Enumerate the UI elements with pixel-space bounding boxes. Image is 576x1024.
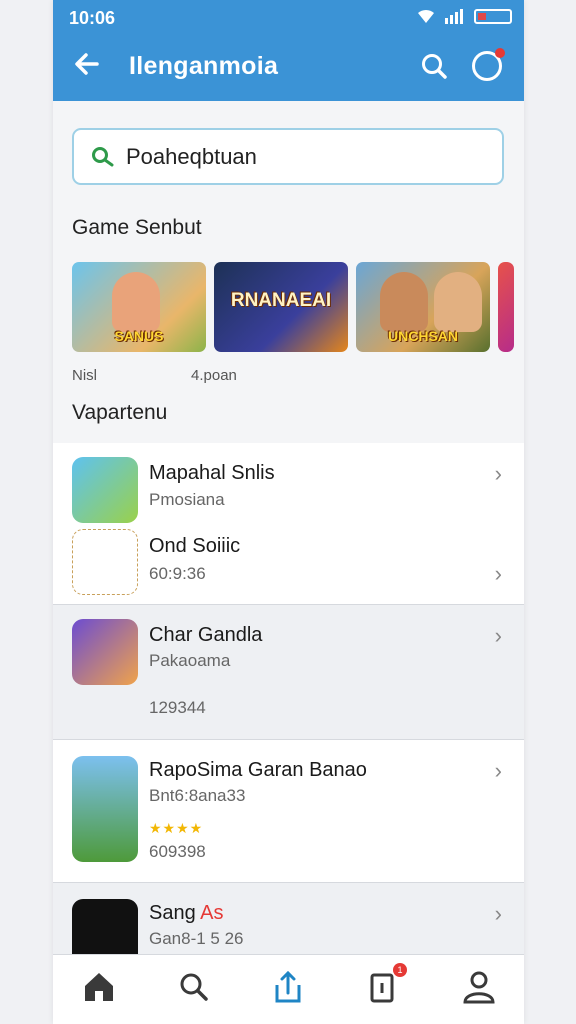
list-item[interactable]: Sang As Gan8-1 5 26 ›: [53, 883, 524, 965]
bottom-nav: 1: [53, 954, 524, 1024]
signal-icon: [445, 9, 463, 24]
featured-thumb[interactable]: RNANAEAI: [214, 262, 348, 352]
upload-icon[interactable]: [271, 969, 305, 1005]
battery-icon: [474, 8, 512, 24]
featured-thumb[interactable]: SANUS: [72, 262, 206, 352]
featured-meta-right: 4.poan: [191, 367, 237, 384]
item-subtitle: Gan8-1 5 26: [149, 929, 244, 948]
featured-label: UNCHSAN: [388, 328, 458, 344]
featured-meta-left: Nisl: [72, 367, 97, 384]
search-value: Poaheqbtuan: [126, 143, 257, 169]
app-icon: [72, 756, 138, 862]
item-name: Sang As: [149, 902, 224, 924]
page-title: Ilenganmoia: [129, 52, 279, 80]
rating-stars: ★★★★: [149, 820, 204, 836]
item-name: Mapahal Snlis: [149, 462, 275, 484]
chevron-right-icon[interactable]: ›: [495, 561, 502, 587]
list-section-title: Vapartenu: [72, 401, 168, 424]
profile-icon[interactable]: [462, 969, 496, 1005]
content-area: Poaheqbtuan Game Senbut SANUS RNANAEAI U…: [53, 101, 524, 965]
item-subtitle: 60:9:36: [149, 564, 206, 583]
search-field-icon: [92, 146, 114, 166]
list-item[interactable]: Mapahal Snlis Pmosiana › Ond Soiiic 60:9…: [53, 443, 524, 605]
app-icon: [72, 457, 138, 523]
featured-thumb[interactable]: UNCHSAN: [356, 262, 490, 352]
item-subtitle: Pakaoama: [149, 651, 231, 670]
item-name: Ond Soiiic: [149, 535, 241, 557]
list-item[interactable]: RapoSima Garan Banao Bnt6:8ana33 ★★★★ 60…: [53, 740, 524, 883]
item-subtitle: Pmosiana: [149, 490, 225, 509]
featured-label: RNANAEAI: [230, 290, 332, 311]
featured-thumb[interactable]: [498, 262, 514, 352]
item-subtitle: Bnt6:8ana33: [149, 786, 246, 805]
item-name: RapoSima Garan Banao: [149, 759, 367, 781]
search-icon[interactable]: [420, 52, 448, 80]
notifications-nav-button[interactable]: 1: [367, 963, 407, 1005]
app-icon: [72, 529, 138, 595]
notification-icon[interactable]: [472, 48, 505, 81]
featured-title: Game Senbut: [72, 216, 202, 239]
notification-badge: 1: [393, 963, 407, 977]
chevron-right-icon[interactable]: ›: [495, 461, 502, 487]
chevron-right-icon[interactable]: ›: [495, 623, 502, 649]
character-art: [380, 272, 429, 332]
character-art: [433, 272, 482, 332]
app-icon: [72, 619, 138, 685]
item-extra: 129344: [149, 698, 206, 717]
search-icon[interactable]: [176, 969, 210, 1005]
item-extra: 609398: [149, 842, 206, 861]
wifi-icon: [418, 9, 434, 23]
chevron-right-icon[interactable]: ›: [495, 758, 502, 784]
search-input[interactable]: Poaheqbtuan: [72, 128, 504, 185]
status-time: 10:06: [69, 8, 116, 28]
app-bar: 10:06 Ilenganmoia: [53, 0, 524, 101]
item-name: Char Gandla: [149, 624, 263, 646]
featured-carousel: SANUS RNANAEAI UNCHSAN: [72, 262, 514, 352]
home-icon[interactable]: [82, 969, 116, 1005]
list-item[interactable]: Char Gandla Pakaoama 129344 ›: [53, 605, 524, 740]
phone-screen: 10:06 Ilenganmoia Poaheqbtuan Game Senbu…: [53, 0, 524, 1024]
status-icons: [416, 8, 512, 24]
back-arrow-icon[interactable]: [73, 50, 101, 83]
character-art: [112, 272, 161, 332]
featured-label: SANUS: [114, 328, 164, 344]
chevron-right-icon[interactable]: ›: [495, 901, 502, 927]
